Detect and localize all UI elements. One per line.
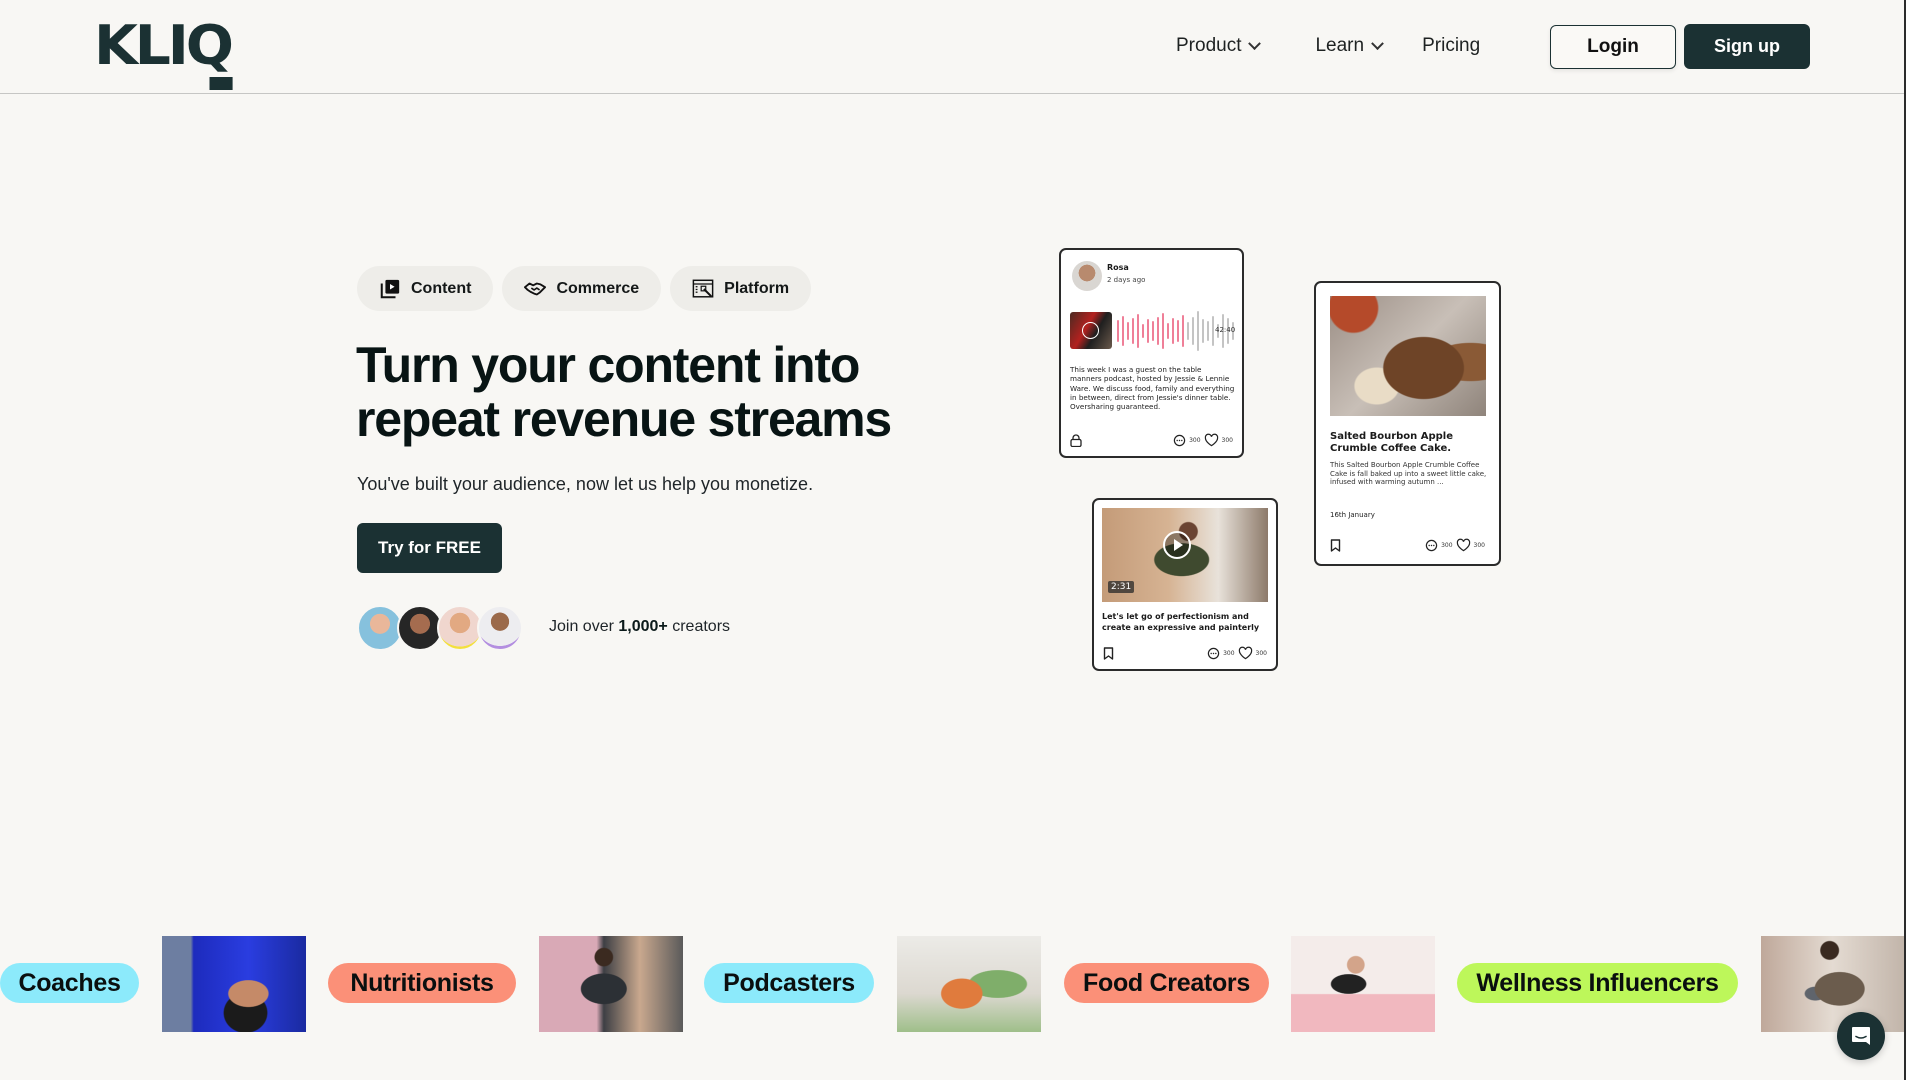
main-nav: Product Learn Pricing bbox=[1176, 22, 1480, 70]
hero-subtitle: You've built your audience, now let us h… bbox=[357, 474, 814, 494]
waveform-bar bbox=[1152, 321, 1154, 341]
chip-platform[interactable]: Platform bbox=[670, 266, 812, 311]
nav-product[interactable]: Product bbox=[1176, 35, 1262, 57]
audio-duration: 42:40 bbox=[1215, 326, 1236, 334]
video-title: Let's let go of perfectionism and create… bbox=[1102, 612, 1260, 632]
author-avatar bbox=[1072, 261, 1102, 291]
creator-avatars bbox=[357, 605, 523, 651]
nav-pricing[interactable]: Pricing bbox=[1422, 35, 1480, 57]
chip-content[interactable]: Content bbox=[357, 266, 494, 311]
site-header: KLIQ Product Learn Pricing Login Sign up bbox=[0, 0, 1904, 94]
waveform-bar bbox=[1202, 319, 1204, 343]
nutritionist-photo bbox=[539, 936, 683, 1032]
waveform-bar bbox=[1122, 316, 1124, 346]
dashboard-window-icon bbox=[692, 279, 714, 298]
recipe-date: 16th January bbox=[1330, 511, 1375, 519]
card-footer: 300 300 bbox=[1070, 433, 1233, 447]
chat-icon bbox=[1852, 1027, 1870, 1045]
waveform-bar bbox=[1157, 317, 1159, 345]
waveform-bar bbox=[1132, 318, 1134, 344]
chat-launcher-button[interactable] bbox=[1837, 1012, 1885, 1060]
waveform-bar bbox=[1187, 322, 1189, 340]
signup-button[interactable]: Sign up bbox=[1684, 24, 1810, 69]
post-text: This week I was a guest on the table man… bbox=[1070, 365, 1235, 412]
heart-icon[interactable] bbox=[1238, 646, 1253, 660]
waveform-bar bbox=[1192, 317, 1194, 345]
category-wellness-influencers[interactable]: Wellness Influencers bbox=[1457, 963, 1738, 1003]
video-duration: 2:31 bbox=[1108, 581, 1135, 593]
heart-icon[interactable] bbox=[1204, 433, 1219, 447]
chevron-down-icon bbox=[1371, 36, 1384, 50]
recipe-description: This Salted Bourbon Apple Crumble Coffee… bbox=[1330, 461, 1487, 487]
waveform-bar bbox=[1147, 319, 1149, 343]
waveform-bar bbox=[1177, 320, 1179, 342]
logo-q-tail bbox=[209, 77, 233, 90]
coach-photo bbox=[162, 936, 306, 1032]
video-post-card: 2:31 Let's let go of perfectionism and c… bbox=[1092, 498, 1278, 671]
category-podcasters[interactable]: Podcasters bbox=[704, 963, 874, 1003]
category-nutritionists[interactable]: Nutritionists bbox=[328, 963, 516, 1003]
waveform-bar bbox=[1172, 318, 1174, 344]
recipe-post-card: Salted Bourbon Apple Crumble Coffee Cake… bbox=[1314, 281, 1501, 566]
join-creators-text: Join over 1,000+ creators bbox=[549, 618, 731, 635]
card-footer: 300 300 bbox=[1103, 646, 1267, 660]
kliq-logo[interactable]: KLIQ bbox=[94, 16, 234, 90]
video-library-icon bbox=[380, 279, 400, 298]
play-icon[interactable] bbox=[1163, 531, 1191, 559]
card-footer: 300 300 bbox=[1330, 538, 1485, 552]
bookmark-icon[interactable] bbox=[1330, 538, 1341, 552]
hero-title: Turn your content into repeat revenue st… bbox=[356, 337, 892, 447]
creator-count: 1,000+ bbox=[618, 618, 668, 635]
play-icon bbox=[1082, 322, 1099, 339]
podcast-post-card: Rosa 2 days ago 42:40 This week I was a … bbox=[1059, 248, 1244, 458]
login-button[interactable]: Login bbox=[1550, 25, 1676, 69]
waveform-bar bbox=[1162, 313, 1164, 349]
recipe-title: Salted Bourbon Apple Crumble Coffee Cake… bbox=[1330, 431, 1454, 454]
engagement-stats: 300 300 bbox=[1173, 433, 1233, 447]
waveform-bar bbox=[1167, 323, 1169, 339]
try-free-button[interactable]: Try for FREE bbox=[357, 523, 502, 573]
lock-icon bbox=[1070, 433, 1082, 447]
engagement-stats: 300 300 bbox=[1425, 538, 1485, 552]
category-food-creators[interactable]: Food Creators bbox=[1064, 963, 1269, 1003]
feature-chips: Content Commerce Platform bbox=[357, 266, 812, 311]
food-creator-photo bbox=[1291, 936, 1435, 1032]
waveform-bar bbox=[1137, 314, 1139, 348]
comment-icon[interactable] bbox=[1173, 434, 1186, 447]
bookmark-icon[interactable] bbox=[1103, 646, 1114, 660]
avatar bbox=[477, 605, 523, 651]
waveform-bar bbox=[1117, 320, 1119, 342]
waveform-bar bbox=[1127, 322, 1129, 340]
coffee-cake-image bbox=[1330, 296, 1486, 416]
engagement-stats: 300 300 bbox=[1207, 646, 1267, 660]
post-time: 2 days ago bbox=[1107, 276, 1146, 284]
podcast-thumbnail[interactable] bbox=[1070, 312, 1112, 349]
comment-icon[interactable] bbox=[1207, 647, 1220, 660]
author-name: Rosa bbox=[1107, 263, 1129, 272]
waveform-bar bbox=[1212, 316, 1214, 346]
wellness-influencer-photo bbox=[1761, 936, 1904, 1032]
nav-learn[interactable]: Learn bbox=[1315, 35, 1384, 57]
waveform-bar bbox=[1182, 315, 1184, 347]
chevron-down-icon bbox=[1248, 36, 1262, 50]
waveform-bar bbox=[1197, 311, 1199, 351]
heart-icon[interactable] bbox=[1456, 538, 1471, 552]
waveform-bar bbox=[1142, 324, 1144, 338]
waveform-bar bbox=[1207, 321, 1209, 341]
category-coaches[interactable]: Coaches bbox=[0, 963, 139, 1003]
comment-icon[interactable] bbox=[1425, 539, 1438, 552]
handshake-icon bbox=[524, 282, 547, 295]
chip-commerce[interactable]: Commerce bbox=[502, 266, 662, 311]
podcaster-photo bbox=[897, 936, 1041, 1032]
